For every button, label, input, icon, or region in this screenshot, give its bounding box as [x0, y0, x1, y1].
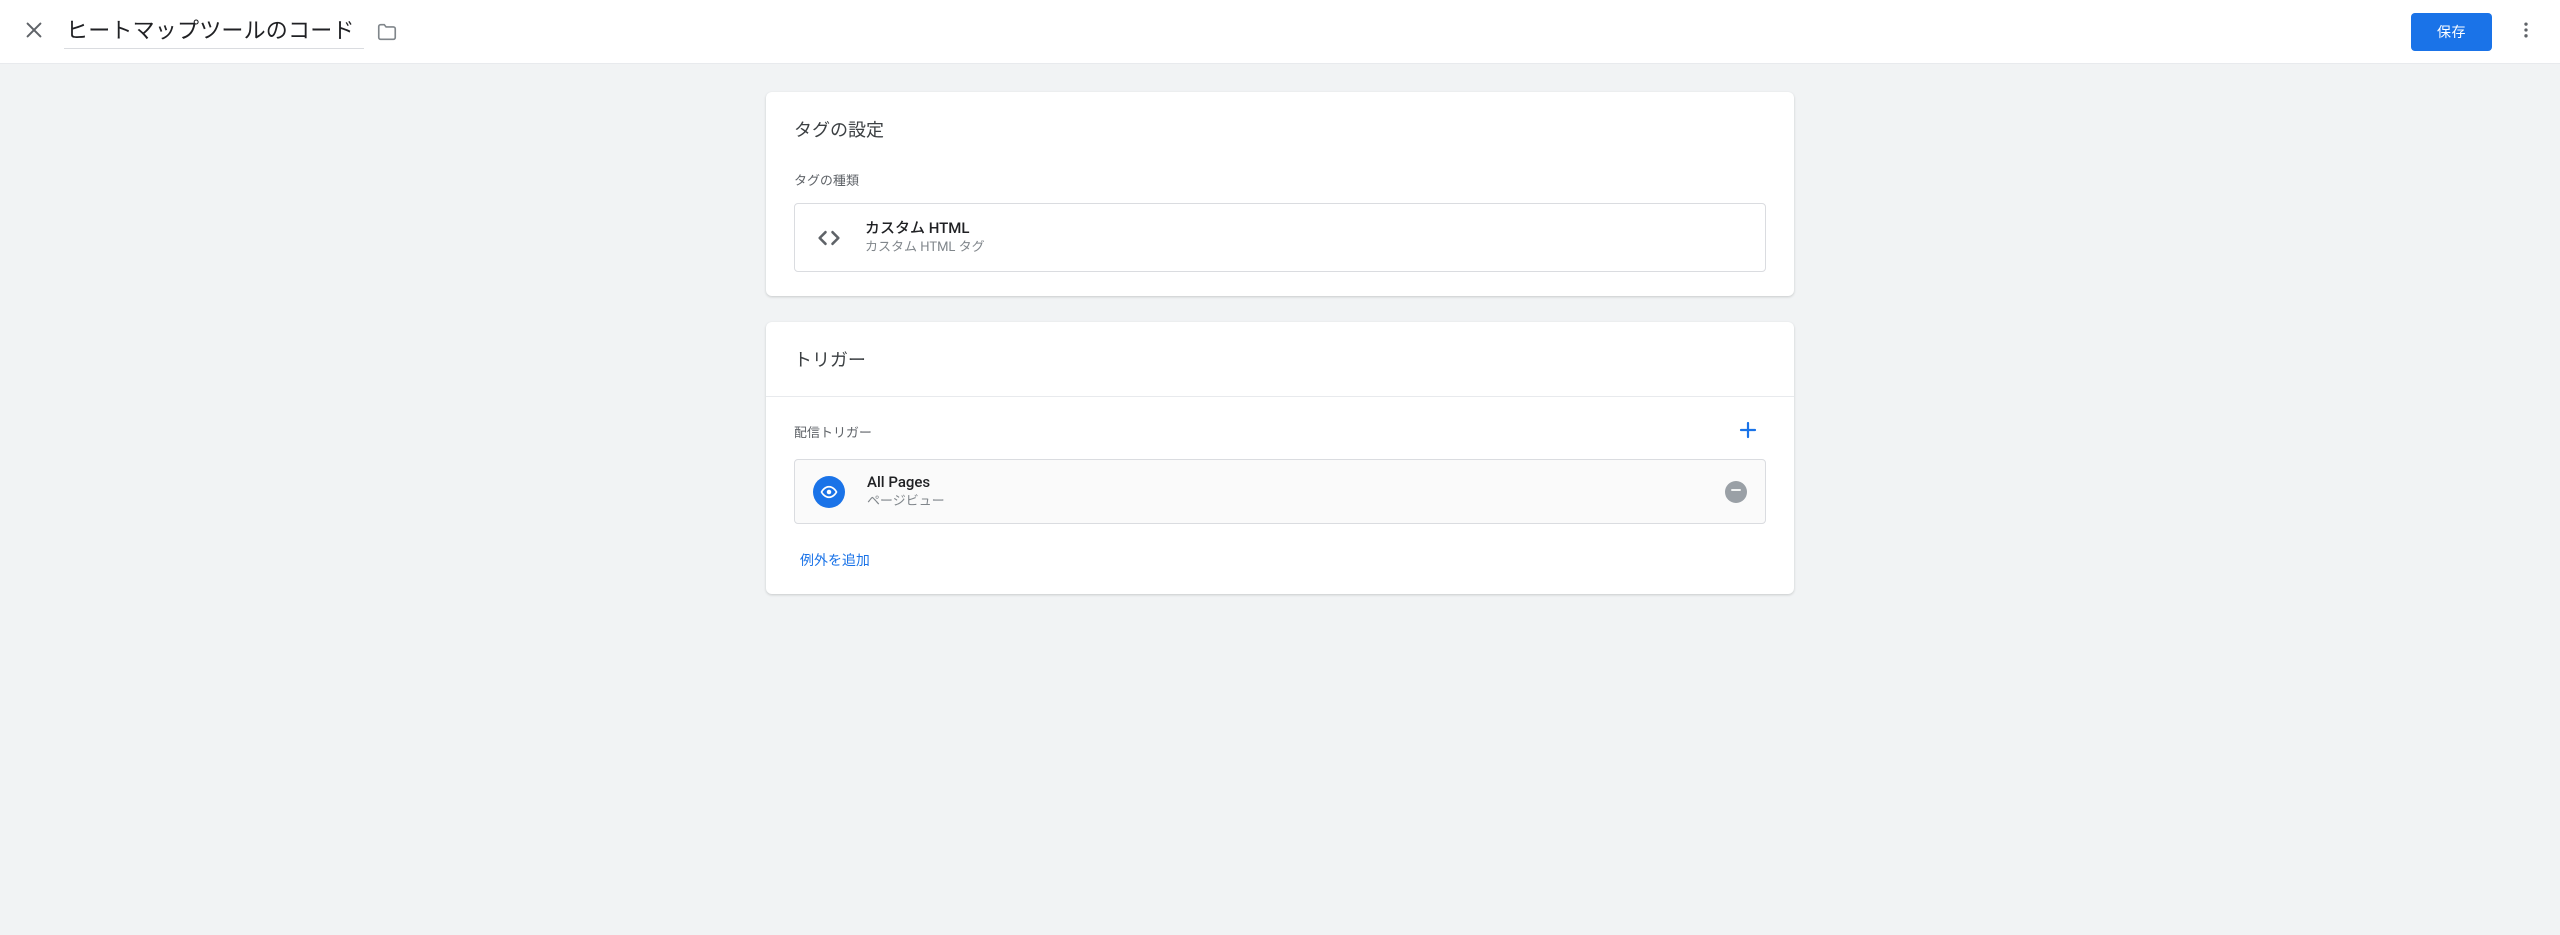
close-button[interactable]	[14, 12, 54, 52]
trigger-card: トリガー 配信トリガー All Pages ページビュー	[766, 322, 1794, 594]
app-bar: 保存	[0, 0, 2560, 64]
plus-icon	[1736, 418, 1760, 445]
content: タグの設定 タグの種類 カスタム HTML カスタム HTML タグ トリガー …	[750, 92, 1810, 594]
tag-type-name: カスタム HTML	[865, 218, 1745, 238]
trigger-desc: ページビュー	[867, 494, 1725, 511]
add-trigger-button[interactable]	[1730, 413, 1766, 449]
tag-type-texts: カスタム HTML カスタム HTML タグ	[865, 218, 1745, 257]
firing-trigger-label: 配信トリガー	[794, 422, 872, 441]
trigger-texts: All Pages ページビュー	[867, 472, 1725, 511]
firing-trigger-header: 配信トリガー	[766, 397, 1794, 457]
remove-trigger-button[interactable]	[1725, 481, 1747, 503]
minus-icon	[1729, 483, 1743, 500]
tag-type-desc: カスタム HTML タグ	[865, 240, 1745, 257]
add-exception-link[interactable]: 例外を追加	[766, 524, 870, 570]
pageview-icon	[813, 476, 845, 508]
trigger-row[interactable]: All Pages ページビュー	[794, 459, 1766, 524]
folder-icon[interactable]	[376, 21, 398, 43]
code-icon	[815, 224, 843, 252]
save-button[interactable]: 保存	[2411, 13, 2492, 51]
tag-config-card: タグの設定 タグの種類 カスタム HTML カスタム HTML タグ	[766, 92, 1794, 296]
trigger-name: All Pages	[867, 472, 1725, 492]
close-icon	[23, 19, 45, 44]
more-vert-icon	[2516, 20, 2536, 43]
more-menu-button[interactable]	[2506, 12, 2546, 52]
tag-name-input[interactable]	[64, 14, 364, 49]
tag-type-label: タグの種類	[766, 154, 1794, 199]
tag-type-row[interactable]: カスタム HTML カスタム HTML タグ	[794, 203, 1766, 272]
trigger-title: トリガー	[766, 322, 1794, 397]
tag-config-title: タグの設定	[766, 92, 1794, 154]
